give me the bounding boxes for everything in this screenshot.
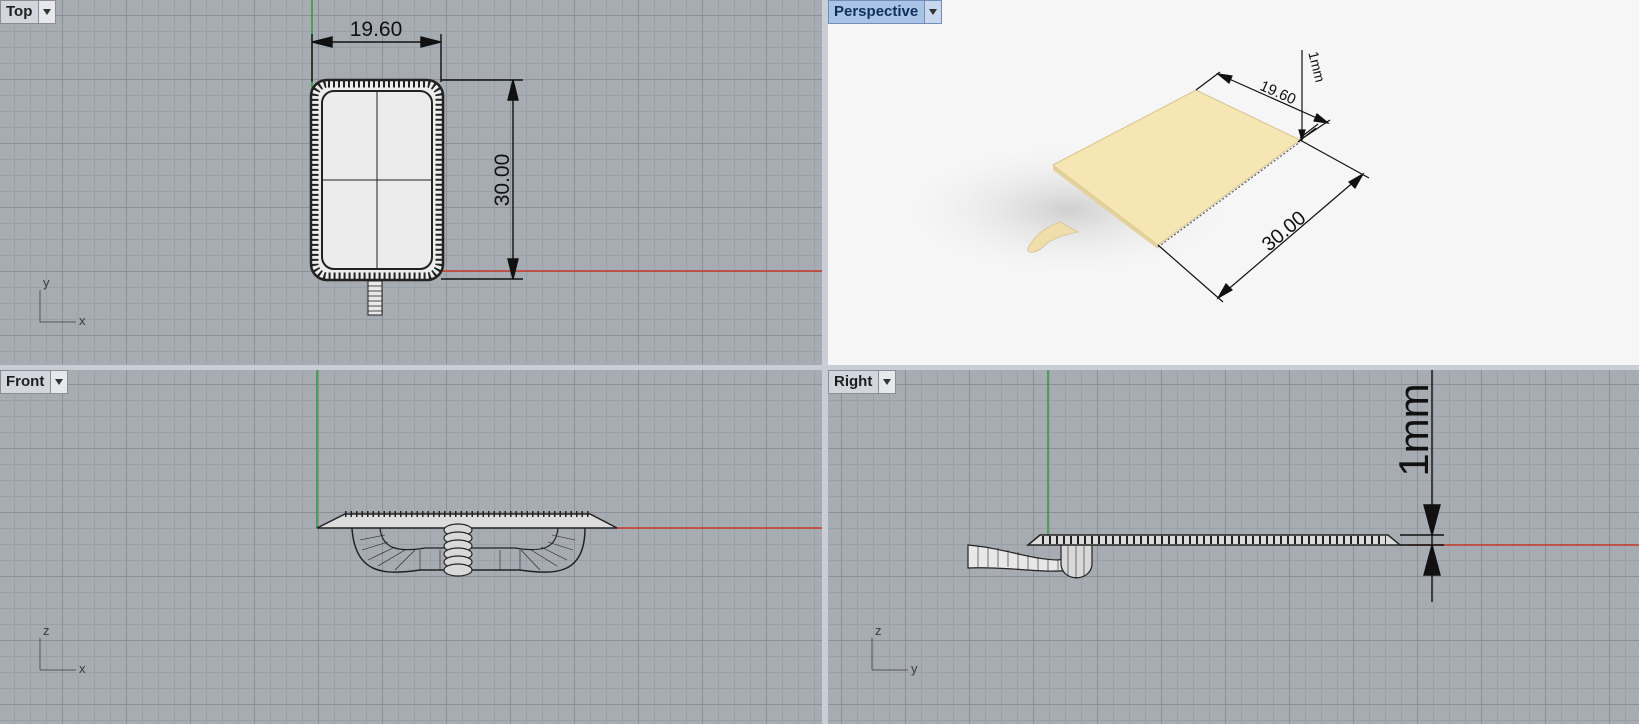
width-dimension-label: 19.60 [350,18,403,41]
viewport-right[interactable]: Right 1mm z y [828,370,1639,724]
front-view-scene: z x [39,370,822,676]
axis-label-h-right: y [911,661,918,676]
front-coil [443,523,473,577]
axis-label-v-top: y [43,275,50,290]
axis-indicator-right [871,638,908,671]
axis-indicator-top [39,290,76,323]
top-view-scene: 19.60 30.00 y x [39,0,822,328]
right-thickness-dimension-label: 1mm [1390,383,1437,476]
viewport-perspective[interactable]: Perspective 19.60 30.00 1mm [828,0,1639,365]
axis-label-h-top: x [79,313,86,328]
perspective-scene: 19.60 30.00 1mm [893,50,1370,303]
viewport-front[interactable]: Front z x [0,370,822,724]
persp-thickness-dimension-label: 1mm [1305,50,1328,84]
axis-label-h-front: x [79,661,86,676]
viewport-top[interactable]: Top 19.60 30.00 y x [0,0,822,365]
axis-label-v-right: z [875,623,882,638]
right-coil [1060,545,1093,579]
persp-length-dimension-label: 30.00 [1258,207,1310,256]
right-view-scene: 1mm z y [871,370,1639,676]
axis-indicator-front [39,638,76,671]
persp-width-dimension-label: 19.60 [1257,77,1298,108]
width-dimension [311,34,442,82]
axis-label-v-front: z [43,623,50,638]
length-dimension-label: 30.00 [491,154,514,207]
